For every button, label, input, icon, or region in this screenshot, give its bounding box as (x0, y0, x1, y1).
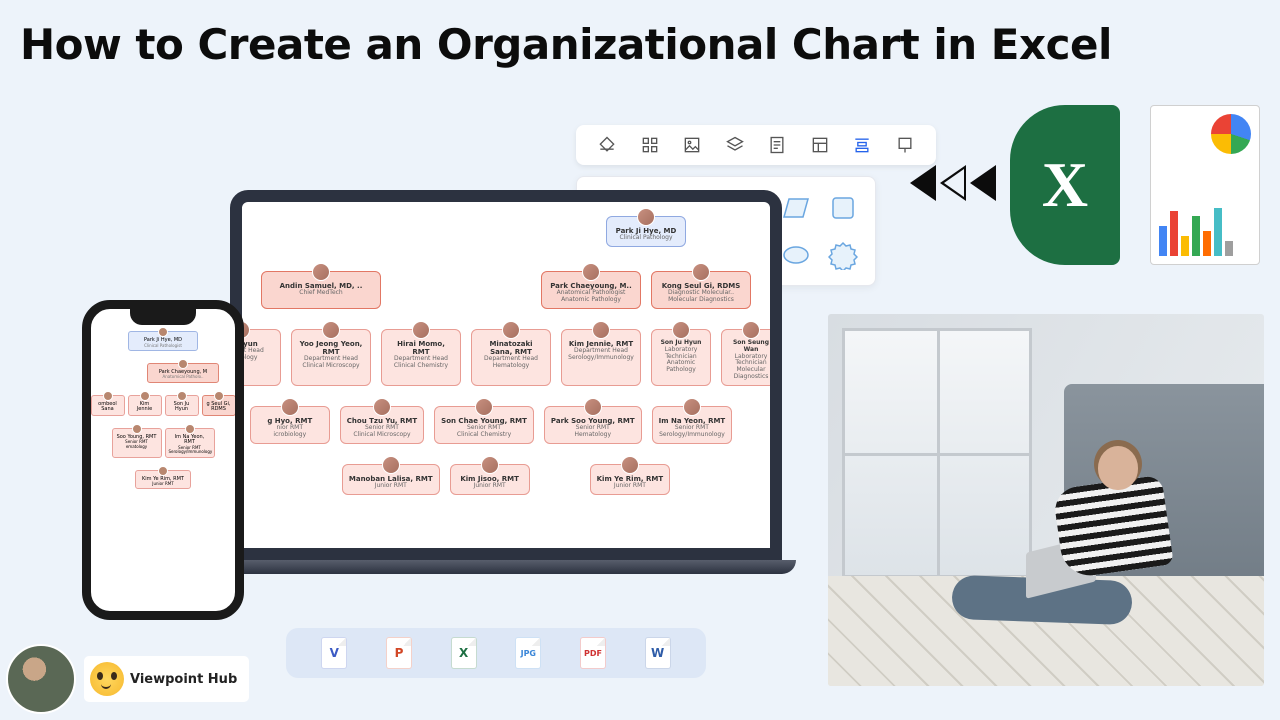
export-format-bar: V P X JPG PDF W (286, 628, 706, 678)
channel-badge: Viewpoint Hub (6, 644, 249, 714)
pin-icon[interactable] (894, 134, 916, 156)
channel-avatar (6, 644, 76, 714)
export-x[interactable]: X (451, 637, 477, 669)
org-node[interactable]: Soo Young, RMTSenior RMTematology (112, 428, 162, 458)
org-chart-phone: Park Ji Hye, MDClinical Pathologist Park… (91, 309, 235, 495)
channel-name: Viewpoint Hub (130, 672, 237, 687)
org-node-top[interactable]: Park Ji Hye, MDClinical Pathology (606, 216, 686, 247)
page-title: How to Create an Organizational Chart in… (20, 20, 1112, 69)
org-chart-laptop: Park Ji Hye, MDClinical Pathology Andin … (242, 202, 770, 509)
document-icon[interactable] (766, 134, 788, 156)
org-node[interactable]: g Seul Gi, RDMS (202, 395, 236, 416)
org-node[interactable]: Son Chae Young, RMTSenior RMTClinical Ch… (434, 406, 534, 444)
align-icon[interactable] (851, 134, 873, 156)
layers-icon[interactable] (724, 134, 746, 156)
org-node[interactable]: Park Chaeyoung, MAnatomical Patholo.. (147, 363, 219, 383)
org-node[interactable]: Manoban Lalisa, RMTJunior RMT (342, 464, 440, 495)
shape-toolbar (576, 125, 936, 165)
shape-seal[interactable] (828, 240, 858, 270)
org-node[interactable]: Im Na Yeon, RMTSenior RMTSerology/Immuno… (652, 406, 733, 444)
arrow-outline-icon (940, 165, 966, 201)
org-node[interactable]: Kim Jisoo, RMTJunior RMT (450, 464, 530, 495)
export-p[interactable]: P (386, 637, 412, 669)
org-node[interactable]: Park Chaeyoung, M..Anatomical Pathologis… (541, 271, 641, 309)
stock-photo-woman-laptop (828, 314, 1264, 686)
org-node[interactable]: Kong Seul Gi, RDMSDiagnostic Molecular..… (651, 271, 751, 309)
org-node[interactable]: Park Soo Young, RMTSenior RMTHematology (544, 406, 642, 444)
org-node[interactable]: Kim Jennie (128, 395, 162, 416)
laptop-mockup: Park Ji Hye, MDClinical Pathology Andin … (230, 190, 788, 620)
org-node[interactable]: Im Na Yeon, RMTSenior RMTSerology/Immuno… (165, 428, 215, 458)
org-node[interactable]: Son Ju HyunLaboratory TechnicianAnatomic… (651, 329, 711, 386)
org-node[interactable]: Chou Tzu Yu, RMTSenior RMTClinical Micro… (340, 406, 424, 444)
arrows-left (910, 165, 996, 201)
bar-chart-icon (1159, 206, 1251, 256)
image-icon[interactable] (681, 134, 703, 156)
export-pdf[interactable]: PDF (580, 637, 606, 669)
pie-chart-icon (1211, 114, 1251, 154)
org-node[interactable]: g Hyo, RMTnior RMTicrobiology (250, 406, 330, 444)
org-node[interactable]: Minatozaki Sana, RMTDepartment HeadHemat… (471, 329, 551, 386)
org-node[interactable]: Kim Ye Rim, RMTJunior RMT (135, 470, 191, 490)
org-node[interactable]: ombeol Sana (91, 395, 125, 416)
arrow-solid-icon (970, 165, 996, 201)
spreadsheet-preview (1150, 105, 1260, 265)
org-node[interactable]: Son Ju Hyun (165, 395, 199, 416)
excel-icon: X (1010, 105, 1120, 265)
fill-icon[interactable] (596, 134, 618, 156)
layout-icon[interactable] (809, 134, 831, 156)
org-node[interactable]: Hirai Momo, RMTDepartment HeadClinical C… (381, 329, 461, 386)
thinking-emoji-icon (90, 662, 124, 696)
arrow-solid-icon (910, 165, 936, 201)
export-jpg[interactable]: JPG (515, 637, 541, 669)
shape-square[interactable] (828, 193, 858, 223)
org-node[interactable]: Kim Jennie, RMTDepartment HeadSerology/I… (561, 329, 641, 386)
export-v[interactable]: V (321, 637, 347, 669)
org-node[interactable]: Kim Ye Rim, RMTJunior RMT (590, 464, 670, 495)
phone-mockup: Park Ji Hye, MDClinical Pathologist Park… (82, 300, 244, 620)
org-node[interactable]: Park Ji Hye, MDClinical Pathologist (128, 331, 198, 351)
export-w[interactable]: W (645, 637, 671, 669)
org-node[interactable]: Yoo Jeong Yeon, RMTDepartment HeadClinic… (291, 329, 371, 386)
org-node[interactable]: Son Seung WanLaboratory TechnicianMolecu… (721, 329, 781, 386)
grid-icon[interactable] (639, 134, 661, 156)
excel-graphic: X (1010, 90, 1260, 280)
org-node-lead[interactable]: Andin Samuel, MD, ..Chief MedTech (261, 271, 381, 309)
